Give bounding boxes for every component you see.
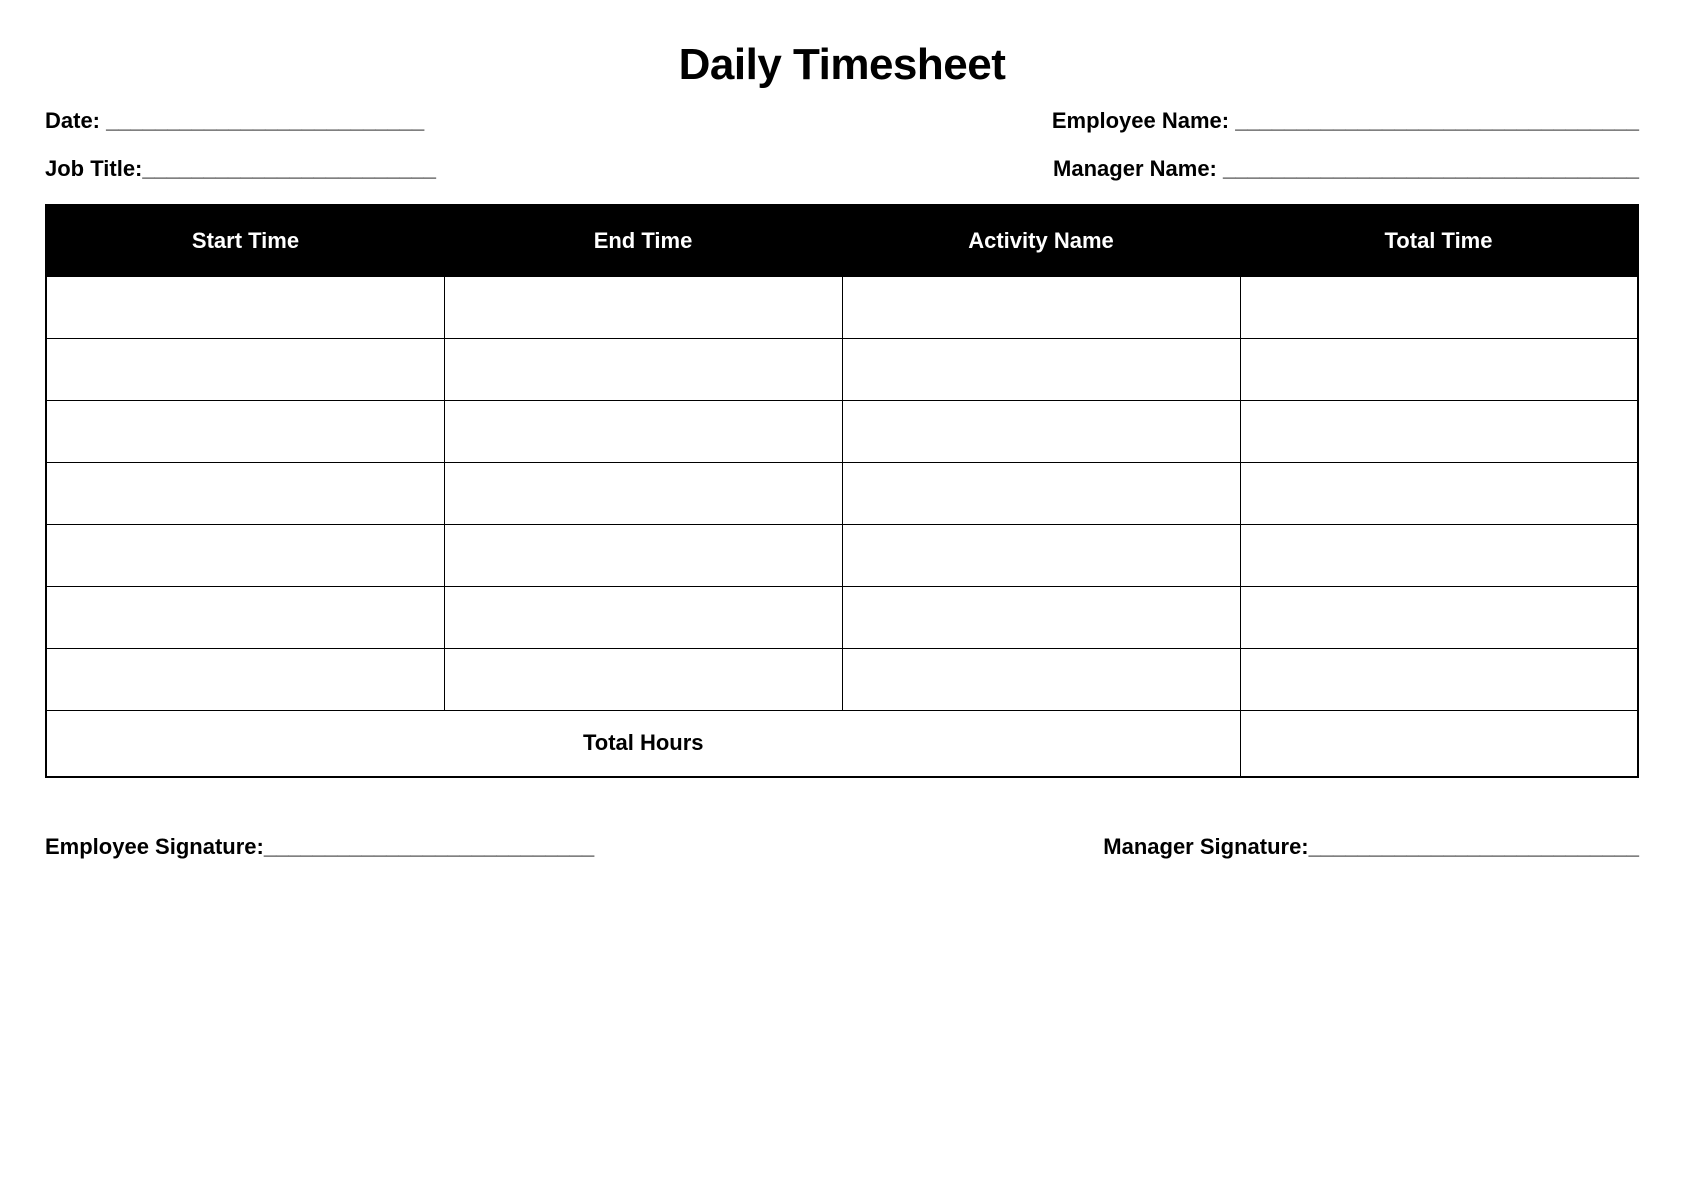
- table-header-row: Start Time End Time Activity Name Total …: [46, 205, 1638, 277]
- info-row-1: Date: __________________________ Employe…: [45, 108, 1639, 134]
- manager-name-field[interactable]: Manager Name: __________________________…: [1053, 156, 1639, 182]
- cell-end-time[interactable]: [444, 587, 842, 649]
- timesheet-table: Start Time End Time Activity Name Total …: [45, 204, 1639, 778]
- job-title-field[interactable]: Job Title:________________________: [45, 156, 436, 182]
- date-field[interactable]: Date: __________________________: [45, 108, 424, 134]
- total-hours-value[interactable]: [1240, 711, 1638, 777]
- header-start-time: Start Time: [46, 205, 444, 277]
- cell-start-time[interactable]: [46, 649, 444, 711]
- total-hours-label: Total Hours: [46, 711, 1240, 777]
- total-hours-row: Total Hours: [46, 711, 1638, 777]
- cell-activity-name[interactable]: [842, 587, 1240, 649]
- cell-total-time[interactable]: [1240, 401, 1638, 463]
- table-row: [46, 649, 1638, 711]
- cell-activity-name[interactable]: [842, 277, 1240, 339]
- cell-activity-name[interactable]: [842, 339, 1240, 401]
- cell-total-time[interactable]: [1240, 463, 1638, 525]
- table-row: [46, 463, 1638, 525]
- cell-end-time[interactable]: [444, 401, 842, 463]
- header-end-time: End Time: [444, 205, 842, 277]
- table-row: [46, 277, 1638, 339]
- cell-start-time[interactable]: [46, 339, 444, 401]
- signatures-row: Employee Signature:_____________________…: [45, 834, 1639, 860]
- cell-total-time[interactable]: [1240, 277, 1638, 339]
- cell-total-time[interactable]: [1240, 649, 1638, 711]
- cell-activity-name[interactable]: [842, 401, 1240, 463]
- cell-start-time[interactable]: [46, 277, 444, 339]
- page-title: Daily Timesheet: [45, 40, 1639, 90]
- cell-end-time[interactable]: [444, 525, 842, 587]
- table-row: [46, 587, 1638, 649]
- cell-start-time[interactable]: [46, 463, 444, 525]
- cell-end-time[interactable]: [444, 339, 842, 401]
- cell-end-time[interactable]: [444, 277, 842, 339]
- table-row: [46, 339, 1638, 401]
- info-row-2: Job Title:________________________ Manag…: [45, 156, 1639, 182]
- cell-total-time[interactable]: [1240, 339, 1638, 401]
- manager-signature-field[interactable]: Manager Signature:______________________…: [1103, 834, 1639, 860]
- cell-total-time[interactable]: [1240, 587, 1638, 649]
- cell-start-time[interactable]: [46, 525, 444, 587]
- employee-name-field[interactable]: Employee Name: _________________________…: [1052, 108, 1639, 134]
- header-total-time: Total Time: [1240, 205, 1638, 277]
- cell-activity-name[interactable]: [842, 649, 1240, 711]
- table-row: [46, 525, 1638, 587]
- cell-end-time[interactable]: [444, 463, 842, 525]
- employee-signature-field[interactable]: Employee Signature:_____________________…: [45, 834, 594, 860]
- cell-activity-name[interactable]: [842, 525, 1240, 587]
- cell-start-time[interactable]: [46, 401, 444, 463]
- table-row: [46, 401, 1638, 463]
- cell-total-time[interactable]: [1240, 525, 1638, 587]
- cell-activity-name[interactable]: [842, 463, 1240, 525]
- cell-end-time[interactable]: [444, 649, 842, 711]
- cell-start-time[interactable]: [46, 587, 444, 649]
- header-activity-name: Activity Name: [842, 205, 1240, 277]
